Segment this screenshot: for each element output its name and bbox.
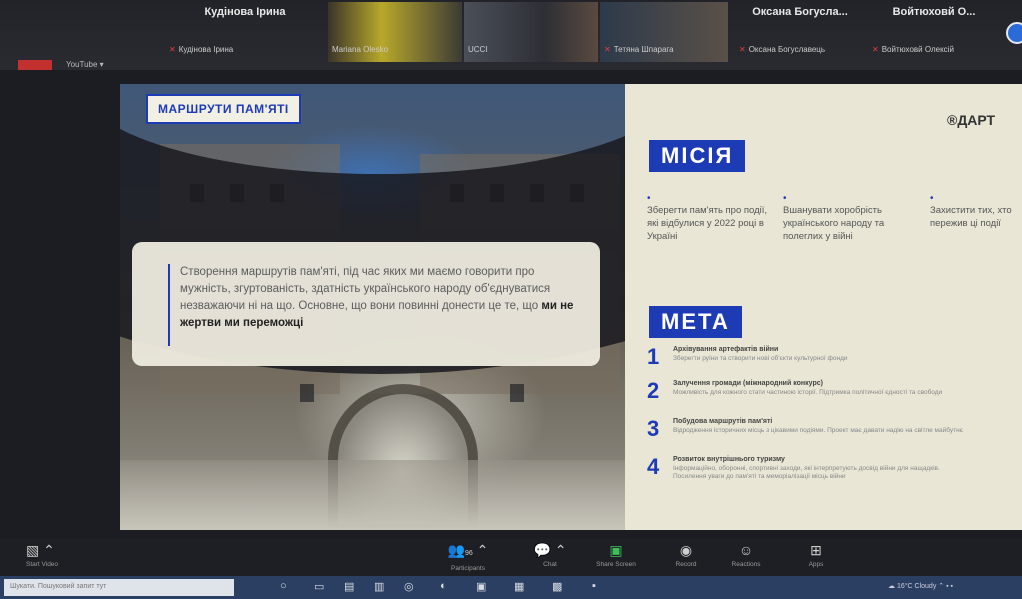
quote-text: Створення маршрутів пам'яті, під час яки… <box>180 266 574 329</box>
video-off-icon: ▧ ⌃ <box>26 542 55 558</box>
right-panel: ®ДАРТ МІСІЯ • Зберегти пам'ять про події,… <box>625 84 1022 530</box>
goal-title: Залучення громади (міжнародний конкурс) <box>673 380 823 387</box>
participant-name: Кудінова Ірина <box>204 6 286 18</box>
window <box>570 184 584 202</box>
muted-mic-icon: ✕ <box>169 45 176 54</box>
window <box>490 184 504 202</box>
window <box>530 184 544 202</box>
mission-heading: МІСІЯ <box>649 140 746 172</box>
file-explorer-icon[interactable]: ▭ <box>314 580 324 593</box>
window <box>300 384 314 402</box>
participant-label: ✕ Оксана Богуславець <box>739 45 826 54</box>
participant-label: ✕ Войтюховй Олексій <box>872 45 954 54</box>
recording-indicator <box>18 60 52 70</box>
goal-number: 3 <box>647 416 660 441</box>
bullet-icon: • <box>783 193 787 204</box>
window <box>450 184 464 202</box>
goal-description: Інформаційно, оборонні, спортивні заходи… <box>673 465 940 480</box>
participant-tile[interactable]: Оксана Богусла... ✕ Оксана Богуславець <box>735 2 865 62</box>
mission-item: • Вшанувати хоробрість українського народ… <box>783 194 913 243</box>
avatar[interactable] <box>1006 22 1022 44</box>
record-icon: ◉ <box>679 542 693 558</box>
taskbar-search-input[interactable]: Шукати. Пошуковий запит тут <box>4 579 234 596</box>
goal-heading: МЕТА <box>649 306 742 338</box>
participant-label: Mariana Olesko <box>332 45 389 54</box>
app-icon[interactable]: ▪ <box>592 580 596 592</box>
browser-icon[interactable]: ◎ <box>404 580 414 593</box>
start-video-button[interactable]: ▧ ⌃ Start Video <box>26 542 76 568</box>
app-icon[interactable]: ▩ <box>552 580 562 593</box>
bullet-icon: • <box>930 193 934 204</box>
goal-title: Розвиток внутрішнього туризму <box>673 456 785 463</box>
participant-video-tile[interactable]: Mariana Olesko <box>328 2 462 62</box>
reactions-icon: ☺ <box>738 542 754 558</box>
apps-icon: ⊞ <box>810 542 822 558</box>
edge-icon[interactable]: ◐ <box>440 580 447 592</box>
mission-item: • Зберегти пам'ять про події, які відбули… <box>647 194 777 243</box>
record-button[interactable]: ◉ Record <box>656 542 716 568</box>
task-view-icon[interactable]: ○ <box>280 580 287 592</box>
goal-number: 2 <box>647 378 660 403</box>
goal-title: Побудова маршрутів пам'яті <box>673 418 773 425</box>
shared-slide: МАРШРУТИ ПАМ'ЯТІ Створення маршрутів пам… <box>120 84 1022 530</box>
mail-icon[interactable]: ▤ <box>344 580 354 593</box>
goal-description: Відродження історичних місць з цікавими … <box>673 427 963 434</box>
window <box>270 184 284 202</box>
goal-description: Зберегти руїни та створити нові об'єкти … <box>673 355 848 362</box>
muted-mic-icon: ✕ <box>739 45 746 54</box>
muted-mic-icon: ✕ <box>872 45 879 54</box>
goal-number: 1 <box>647 344 660 369</box>
participant-label: ✕ Кудінова Ірина <box>169 45 234 54</box>
goal-item: 1 Архівування артефактів війни Зберегти … <box>647 344 977 380</box>
share-screen-icon: ▣ <box>609 542 623 558</box>
muted-mic-icon: ✕ <box>604 45 611 54</box>
share-screen-button[interactable]: ▣ Share Screen <box>586 542 646 568</box>
participant-label: UCCI <box>468 45 488 54</box>
participant-label: ✕ Тетяна Шпарага <box>604 45 674 54</box>
quote-bar <box>168 264 170 346</box>
chat-button[interactable]: 💬 ⌃ Chat <box>520 542 580 568</box>
participant-tile[interactable]: Кудінова Ірина ✕ Кудінова Ірина <box>165 2 325 62</box>
goal-number: 4 <box>647 454 660 479</box>
goal-item: 4 Розвиток внутрішнього туризму Інформац… <box>647 454 977 490</box>
participant-video-tile[interactable]: ✕ Тетяна Шпарага <box>600 2 728 62</box>
participant-name: Оксана Богусла... <box>752 6 848 18</box>
goal-title: Архівування артефактів війни <box>673 346 779 353</box>
reactions-button[interactable]: ☺ Reactions <box>716 542 776 568</box>
participants-button[interactable]: 👥96 ⌃ Participants <box>438 542 498 572</box>
meeting-toolbar: ▧ ⌃ Start Video 👥96 ⌃ Participants 💬 ⌃ C… <box>0 538 1022 576</box>
app-icon[interactable]: ▣ <box>476 580 486 593</box>
participant-tile[interactable]: Войтюховй О... ✕ Войтюховй Олексій <box>868 2 1000 62</box>
quote-card: Створення маршрутів пам'яті, під час яки… <box>132 242 600 366</box>
rubble <box>120 460 625 530</box>
youtube-live-label[interactable]: YouTube ▾ <box>66 60 104 69</box>
goal-description: Можливість для кожного стати частиною іс… <box>673 389 943 396</box>
participant-video-tile[interactable]: UCCI <box>464 2 598 62</box>
goal-item: 3 Побудова маршрутів пам'яті Відродження… <box>647 416 977 452</box>
chat-icon: 💬 ⌃ <box>533 542 567 558</box>
zoom-app-icon[interactable]: ▦ <box>514 580 524 593</box>
weather-widget[interactable]: ☁ 16°C Cloudy ⌃ ▪ ▪ <box>888 582 953 590</box>
windows-taskbar: Шукати. Пошуковий запит тут ○ ▭ ▤ ▥ ◎ ◐ … <box>0 576 1022 599</box>
apps-button[interactable]: ⊞ Apps <box>786 542 846 568</box>
goal-item: 2 Залучення громади (міжнародний конкурс… <box>647 378 977 414</box>
mission-item: • Захистити тих, хто пережив ці події <box>930 194 1020 230</box>
window <box>510 384 524 402</box>
participant-name: Войтюховй О... <box>892 6 976 18</box>
dart-logo: ®ДАРТ <box>947 112 996 128</box>
slide-title-badge: МАРШРУТИ ПАМ'ЯТІ <box>146 94 301 124</box>
window <box>190 184 204 202</box>
participants-strip: Кудінова Ірина ✕ Кудінова Ірина Mariana O… <box>0 0 1022 70</box>
store-icon[interactable]: ▥ <box>374 580 384 593</box>
bullet-icon: • <box>647 193 651 204</box>
participants-icon: 👥96 ⌃ <box>447 542 489 558</box>
window <box>230 184 244 202</box>
